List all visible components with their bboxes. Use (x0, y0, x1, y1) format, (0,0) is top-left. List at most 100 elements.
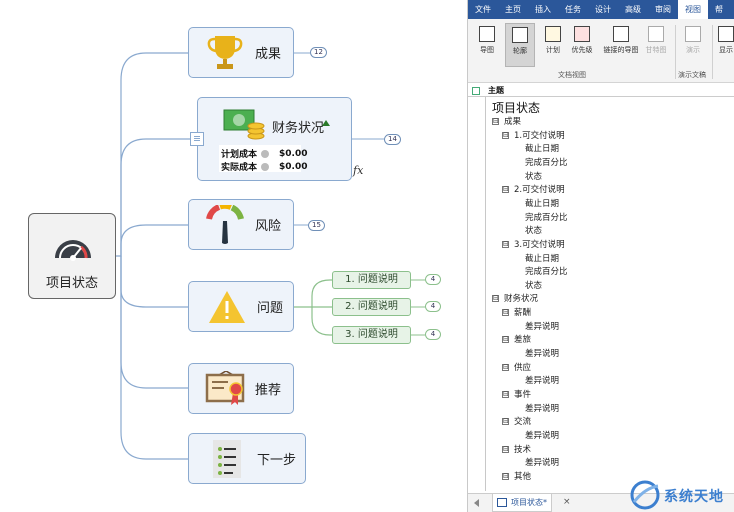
tab-view[interactable]: 视图 (678, 0, 708, 19)
outline-toggle[interactable]: ⊟ (502, 472, 509, 480)
tab-review[interactable]: 审阅 (648, 0, 678, 19)
outline-toggle[interactable]: ⊟ (492, 118, 499, 125)
money-icon (223, 109, 265, 140)
outline-row[interactable]: 薪酬 (514, 306, 531, 318)
subtopic-issue-3[interactable]: 3. 问题说明 (332, 326, 411, 344)
button-label: 导图 (480, 46, 494, 54)
count-badge[interactable]: 4 (425, 301, 441, 312)
watermark-logo: 系统天地 (628, 478, 734, 512)
outline-row[interactable]: 完成百分比 (525, 156, 568, 168)
outline-row[interactable]: 其他 (514, 470, 531, 482)
outline-row[interactable]: 差异说明 (525, 429, 559, 441)
topic-risk[interactable]: 风险 (188, 199, 294, 250)
outline-toggle[interactable]: ⊟ (502, 363, 509, 371)
topic-issues[interactable]: 问题 (188, 281, 294, 332)
tab-scroll-left-icon[interactable] (474, 499, 479, 507)
cost-label: 计划成本 (221, 150, 258, 160)
calendar-24-icon (545, 26, 561, 42)
outline-row[interactable]: 供应 (514, 361, 531, 373)
outline-row[interactable]: 差异说明 (525, 320, 559, 332)
outline-row[interactable]: 完成百分比 (525, 211, 568, 223)
schedule-button[interactable]: 计划 (538, 23, 568, 67)
topic-label: 成果 (255, 47, 282, 62)
formula-icon[interactable]: fx (353, 164, 363, 177)
outline-row[interactable]: 状态 (525, 224, 542, 236)
gantt-button[interactable]: 甘特图 (641, 23, 671, 67)
outline-row[interactable]: 截止日期 (525, 142, 559, 154)
outline-toggle[interactable]: ⊟ (502, 391, 509, 398)
outline-toggle[interactable]: ⊟ (502, 445, 509, 453)
linked-maps-button[interactable]: 链接的导图 (601, 23, 641, 67)
outline-row[interactable]: 交流 (514, 415, 531, 427)
trophy-icon (207, 35, 243, 69)
subtopic-issue-2[interactable]: 2. 问题说明 (332, 298, 411, 316)
notes-icon[interactable] (190, 132, 204, 146)
outline-row[interactable]: 差异说明 (525, 456, 559, 468)
map-canvas[interactable]: 项目状态 成果 12 财务状况 计划成本 $0.00 实际成本 $0.00 14… (0, 0, 467, 512)
outline-toggle[interactable]: ⊟ (502, 336, 509, 344)
outline-row[interactable]: 截止日期 (525, 197, 559, 209)
outline-panel: 文件 主页 插入 任务 设计 高级 审阅 视图 帮 导图 轮廓 计划 优先级 链… (467, 0, 734, 512)
outline-gridline (485, 97, 486, 491)
outline-toggle[interactable]: ⊟ (492, 295, 499, 303)
outline-row[interactable]: 状态 (525, 279, 542, 291)
outline-tree[interactable]: 主题 项目状态 ⊟ 成果 ⊟ 1.可交付说明 截止日期 完成百分比 状态 ⊟ 2.可交付说明 截止日… (468, 85, 734, 491)
outline-toggle[interactable]: ⊟ (502, 418, 509, 426)
outline-row[interactable]: 技术 (514, 443, 531, 455)
outline-row[interactable]: 差异说明 (525, 402, 559, 414)
tab-insert[interactable]: 插入 (528, 0, 558, 19)
outline-toggle[interactable]: ⊟ (502, 240, 509, 248)
outline-header: 主题 (468, 85, 734, 97)
outline-toggle[interactable]: ⊟ (502, 309, 509, 317)
tab-home[interactable]: 主页 (498, 0, 528, 19)
outline-row[interactable]: 项目状态 (492, 99, 540, 116)
outline-view-button[interactable]: 轮廓 (505, 23, 535, 67)
tab-help[interactable]: 帮 (708, 0, 730, 19)
tab-advanced[interactable]: 高级 (618, 0, 648, 19)
count-badge[interactable]: 15 (308, 220, 325, 231)
count-badge[interactable]: 4 (425, 274, 441, 285)
cost-row-actual: 实际成本 $0.00 (221, 160, 308, 174)
outline-row[interactable]: 2.可交付说明 (514, 183, 565, 195)
outline-row[interactable]: 成果 (504, 115, 521, 127)
count-badge[interactable]: 12 (310, 47, 327, 58)
button-label: 优先级 (571, 46, 593, 54)
tab-design[interactable]: 设计 (588, 0, 618, 19)
subtopic-issue-1[interactable]: 1. 问题说明 (332, 271, 411, 289)
topic-results[interactable]: 成果 (188, 27, 294, 78)
outline-toggle[interactable]: ⊟ (502, 186, 509, 194)
gauge-icon (55, 240, 91, 261)
outline-row[interactable]: 事件 (514, 388, 531, 400)
outline-row[interactable]: 3.可交付说明 (514, 238, 565, 250)
button-label: 显示 (719, 46, 733, 54)
button-label: 轮廓 (513, 47, 527, 55)
count-badge[interactable]: 4 (425, 329, 441, 340)
central-topic[interactable]: 项目状态 (28, 213, 116, 299)
tab-task[interactable]: 任务 (558, 0, 588, 19)
present-button[interactable]: 演示 (678, 23, 708, 67)
cost-value: $0.00 (279, 161, 308, 172)
topic-recommend[interactable]: 推荐 (188, 363, 294, 414)
count-badge[interactable]: 14 (384, 134, 401, 145)
display-button[interactable]: 显示 (717, 23, 734, 67)
outline-row[interactable]: 差旅 (514, 333, 531, 345)
outline-row[interactable]: 差异说明 (525, 347, 559, 359)
central-topic-label: 项目状态 (45, 276, 98, 291)
close-tab-icon[interactable]: × (563, 497, 571, 507)
outline-row[interactable]: 完成百分比 (525, 265, 568, 277)
outline-row[interactable]: 1.可交付说明 (514, 129, 565, 141)
outline-row[interactable]: 截止日期 (525, 252, 559, 264)
button-label: 演示 (686, 46, 700, 54)
tab-file[interactable]: 文件 (468, 0, 498, 19)
outline-row[interactable]: 财务状况 (504, 292, 538, 304)
topic-next-steps[interactable]: 下一步 (188, 433, 306, 484)
outline-header-label: 主题 (488, 86, 504, 95)
outline-row[interactable]: 差异说明 (525, 374, 559, 386)
map-view-button[interactable]: 导图 (472, 23, 502, 67)
collapse-triangle-icon[interactable] (322, 120, 330, 126)
group-separator (712, 25, 713, 79)
document-tab[interactable]: 项目状态* (492, 494, 552, 512)
outline-row[interactable]: 状态 (525, 170, 542, 182)
outline-toggle[interactable]: ⊟ (502, 131, 509, 139)
priority-button[interactable]: 优先级 (567, 23, 597, 67)
